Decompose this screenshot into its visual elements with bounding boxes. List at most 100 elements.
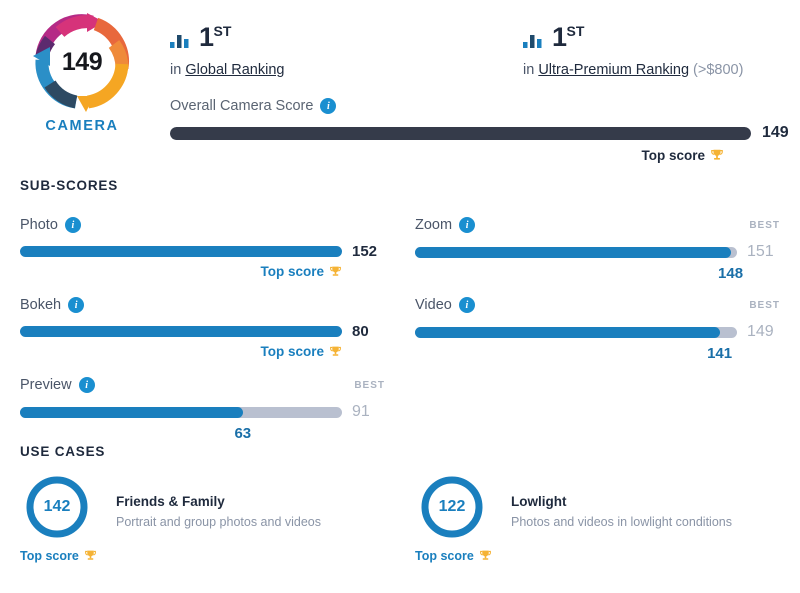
ranking-global-position: 1ST [199,24,231,51]
usecase-lowlight-top-score: Top score [415,549,511,565]
info-icon[interactable]: i [78,377,95,393]
trophy-icon [479,549,492,565]
overall-camera-score-label: Overall Camera Score [170,98,314,114]
usecase-friends-family-value: 142 [43,498,71,515]
bar-chart-icon [170,33,190,53]
usecase-lowlight-description: Photos and videos in lowlight conditions [511,515,732,529]
ranking-ultra-premium-prefix: in [523,62,539,78]
ranking-ultra-premium: 1ST in Ultra-Premium Ranking (>$800) [523,24,743,78]
info-icon[interactable]: i [459,217,476,233]
subscore-video-head: Video i BEST [415,295,780,315]
subscore-preview-value: 63 [234,425,252,442]
subscore-zoom-track [415,246,737,258]
trophy-icon [329,345,342,361]
overall-top-score-label: Top score [641,148,705,163]
info-icon[interactable]: i [64,217,81,233]
ranking-ultra-premium-position-line: 1ST [523,24,743,53]
ranking-global-subtitle: in Global Ranking [170,62,284,78]
info-icon[interactable]: i [458,297,475,313]
subscore-bokeh-head: Bokeh i [20,295,385,315]
ranking-global: 1ST in Global Ranking [170,24,284,78]
subscore-video-track [415,326,737,338]
ranking-ultra-premium-subtitle: in Ultra-Premium Ranking (>$800) [523,62,743,78]
usecase-lowlight-left: 122 Top score [415,474,511,565]
trophy-icon [329,265,342,281]
overall-camera-score-value: 149 [762,124,789,141]
usecase-friends-family-description: Portrait and group photos and videos [116,515,321,529]
subscore-bokeh-name: Bokeh [20,297,62,313]
subscore-video-best-value: 149 [747,323,774,340]
subscore-preview-bar-row: 91 [20,403,385,421]
subscore-preview-under: 63 [20,425,342,445]
subscore-zoom-best-label: BEST [749,219,780,231]
ranking-global-position-suffix: ST [213,23,232,39]
subscore-video-best-label: BEST [749,299,780,311]
usecase-friends-family-text: Friends & Family Portrait and group phot… [116,474,321,529]
subscore-video-fill [415,326,720,338]
subscore-preview-fill [20,406,243,418]
subscore-photo-top-score: Top score [260,264,342,281]
info-icon[interactable]: i [68,297,85,313]
usecase-lowlight[interactable]: 122 Top score Lowlight Photos and videos… [415,474,732,565]
overall-top-score-badge: Top score [170,148,751,165]
subscore-zoom-under: 148 [415,265,743,285]
subscore-bokeh-bar-row: 80 [20,323,385,340]
subscore-zoom-fill [415,246,731,258]
subscore-photo-head: Photo i [20,215,385,235]
ranking-ultra-premium-position-number: 1 [552,22,567,52]
subscore-video-value: 141 [707,345,733,362]
ranking-ultra-premium-position-suffix: ST [566,23,585,39]
subscore-photo-name: Photo [20,217,58,233]
subscore-photo-under: Top score [20,264,342,284]
trophy-icon [84,549,97,565]
ranking-ultra-premium-link[interactable]: Ultra-Premium Ranking [538,62,689,78]
usecase-friends-family-top-score-label: Top score [20,549,79,563]
subscore-preview-best-value: 91 [352,403,370,420]
ranking-ultra-premium-position: 1ST [552,24,584,51]
subscore-photo-fill [20,246,342,257]
usecase-lowlight-title: Lowlight [511,494,567,509]
info-icon[interactable]: i [320,98,337,114]
overall-camera-score-fill [170,126,751,140]
ranking-global-prefix: in [170,62,186,78]
ranking-global-link[interactable]: Global Ranking [185,62,284,78]
usecase-friends-family-title: Friends & Family [116,494,225,509]
subscore-bokeh-fill [20,326,342,337]
overall-camera-score-track [170,126,751,140]
subscore-video-under: 141 [415,345,737,365]
subscore-bokeh-top-score-label: Top score [260,344,324,359]
usecase-friends-family-top-score: Top score [20,549,116,565]
subscore-video-name: Video [415,297,452,313]
subscore-bokeh-value: 80 [352,323,369,340]
subscore-photo-track [20,246,342,257]
subscore-zoom-head: Zoom i BEST [415,215,780,235]
usecases-section-title: USE CASES [20,444,106,459]
ranking-ultra-premium-note: (>$800) [689,62,744,78]
subscore-preview-head: Preview i BEST [20,375,385,395]
subscore-photo-bar-row: 152 [20,243,385,260]
ranking-global-position-line: 1ST [170,24,284,53]
bar-chart-icon [523,33,543,53]
overall-camera-score-bar-row: 149 [170,124,800,142]
subscores-section-title: SUB-SCORES [20,178,119,193]
subscore-zoom-value: 148 [718,265,744,282]
camera-ring-logo-icon: 149 [30,10,134,114]
camera-logo-block: 149 CAMERA [22,10,142,134]
subscore-preview-track [20,406,342,418]
subscore-bokeh-track [20,326,342,337]
dxomark-camera-scorecard: 149 CAMERA 1ST in Global Ranking 1ST in … [0,0,800,593]
ranking-global-position-number: 1 [199,22,214,52]
subscore-row-bokeh: Bokeh i 80 Top score [20,295,385,364]
camera-logo-score: 149 [61,47,103,76]
camera-logo-label: CAMERA [45,118,119,134]
subscore-video-bar-row: 149 [415,323,780,341]
usecase-lowlight-text: Lowlight Photos and videos in lowlight c… [511,474,732,529]
usecase-lowlight-top-score-label: Top score [415,549,474,563]
subscore-row-preview: Preview i BEST 91 63 [20,375,385,445]
subscore-bokeh-under: Top score [20,344,342,364]
subscore-bokeh-top-score: Top score [260,344,342,361]
usecase-friends-family[interactable]: 142 Top score Friends & Family Portrait … [20,474,321,565]
subscore-row-photo: Photo i 152 Top score [20,215,385,284]
subscore-zoom-bar-row: 151 [415,243,780,261]
subscore-zoom-best-value: 151 [747,243,774,260]
